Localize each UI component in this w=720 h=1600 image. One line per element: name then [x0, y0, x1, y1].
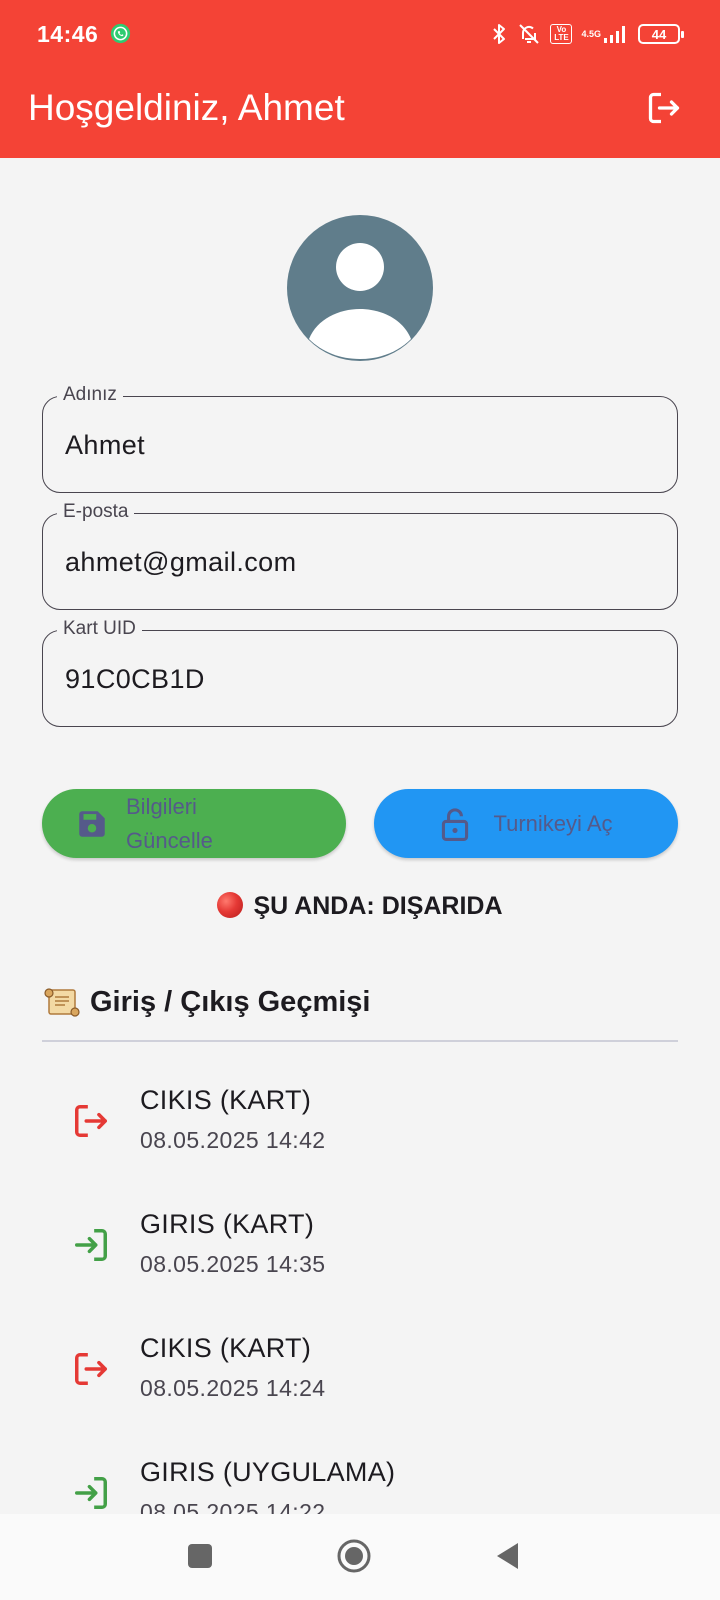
email-field[interactable]: E-posta ahmet@gmail.com	[42, 500, 678, 610]
bluetooth-icon	[493, 24, 506, 44]
history-item[interactable]: GIRIS (UYGULAMA) 08.05.2025 14:22	[0, 1432, 720, 1514]
unlock-icon	[442, 807, 469, 841]
enter-icon	[75, 1477, 107, 1509]
battery-level: 44	[651, 26, 667, 42]
name-field[interactable]: Adınız Ahmet	[42, 383, 678, 493]
history-header: Giriş / Çıkış Geçmişi	[42, 985, 370, 1019]
logout-button[interactable]	[646, 90, 682, 126]
page-title: Hoşgeldiniz, Ahmet	[28, 87, 345, 128]
history-time: 08.05.2025 14:22	[140, 1499, 326, 1514]
scroll-icon	[44, 988, 80, 1017]
person-icon	[309, 243, 411, 359]
signal-icon: 4.5G	[581, 24, 629, 44]
history-type: GIRIS (KART)	[140, 1209, 315, 1239]
back-button[interactable]	[488, 1536, 528, 1576]
name-field-value[interactable]: Ahmet	[65, 429, 145, 461]
card-uid-field-label: Kart UID	[57, 617, 142, 641]
recents-button[interactable]	[180, 1536, 220, 1576]
recents-icon	[188, 1544, 212, 1568]
history-item[interactable]: CIKIS (KART) 08.05.2025 14:42	[0, 1060, 720, 1180]
history-type: CIKIS (KART)	[140, 1333, 312, 1363]
history-item[interactable]: CIKIS (KART) 08.05.2025 14:24	[0, 1308, 720, 1428]
email-field-value[interactable]: ahmet@gmail.com	[65, 546, 296, 578]
history-title: Giriş / Çıkış Geçmişi	[90, 985, 371, 1018]
presence-status: ŞU ANDA: DIŞARIDA	[0, 892, 720, 921]
app-bar: 14:46 Vo LTE 4.5G 44 Hoşgeldiniz, Ahmet	[0, 0, 720, 158]
update-info-button[interactable]: Bilgileri Güncelle	[42, 789, 346, 858]
email-field-label: E-posta	[57, 500, 135, 524]
history-time: 08.05.2025 14:24	[140, 1375, 326, 1401]
history-type: CIKIS (KART)	[140, 1085, 312, 1115]
history-time: 08.05.2025 14:35	[140, 1251, 326, 1277]
bell-off-icon	[519, 24, 540, 44]
card-uid-field[interactable]: Kart UID 91C0CB1D	[42, 617, 678, 727]
history-item[interactable]: GIRIS (KART) 08.05.2025 14:35	[0, 1184, 720, 1304]
exit-icon	[75, 1105, 107, 1137]
red-circle-icon	[217, 892, 244, 918]
home-button[interactable]	[334, 1536, 374, 1576]
enter-icon	[75, 1229, 107, 1261]
network-type: 4.5G	[581, 28, 601, 39]
exit-icon	[75, 1353, 107, 1385]
home-icon	[337, 1539, 371, 1573]
floppy-disk-icon	[79, 810, 105, 837]
logout-icon	[648, 92, 680, 124]
presence-text: ŞU ANDA: DIŞARIDA	[253, 892, 503, 920]
back-icon	[497, 1543, 518, 1569]
card-uid-field-value[interactable]: 91C0CB1D	[65, 663, 205, 695]
whatsapp-icon	[110, 23, 131, 44]
name-field-label: Adınız	[57, 383, 123, 407]
status-time: 14:46	[37, 21, 99, 47]
system-nav-bar	[0, 1514, 720, 1600]
history-divider	[42, 1040, 678, 1042]
open-turnstile-button[interactable]: Turnikeyi Aç	[374, 789, 678, 858]
history-list[interactable]: CIKIS (KART) 08.05.2025 14:42 GIRIS (KAR…	[0, 1060, 720, 1514]
volte-icon: Vo LTE	[550, 24, 573, 44]
open-turnstile-label: Turnikeyi Aç	[493, 810, 613, 836]
status-icons: Vo LTE 4.5G 44	[490, 21, 684, 47]
avatar	[287, 215, 433, 361]
battery-icon: 44	[638, 24, 684, 44]
update-info-label: Bilgileri Güncelle	[126, 793, 213, 853]
history-time: 08.05.2025 14:42	[140, 1127, 326, 1153]
history-type: GIRIS (UYGULAMA)	[140, 1457, 396, 1487]
